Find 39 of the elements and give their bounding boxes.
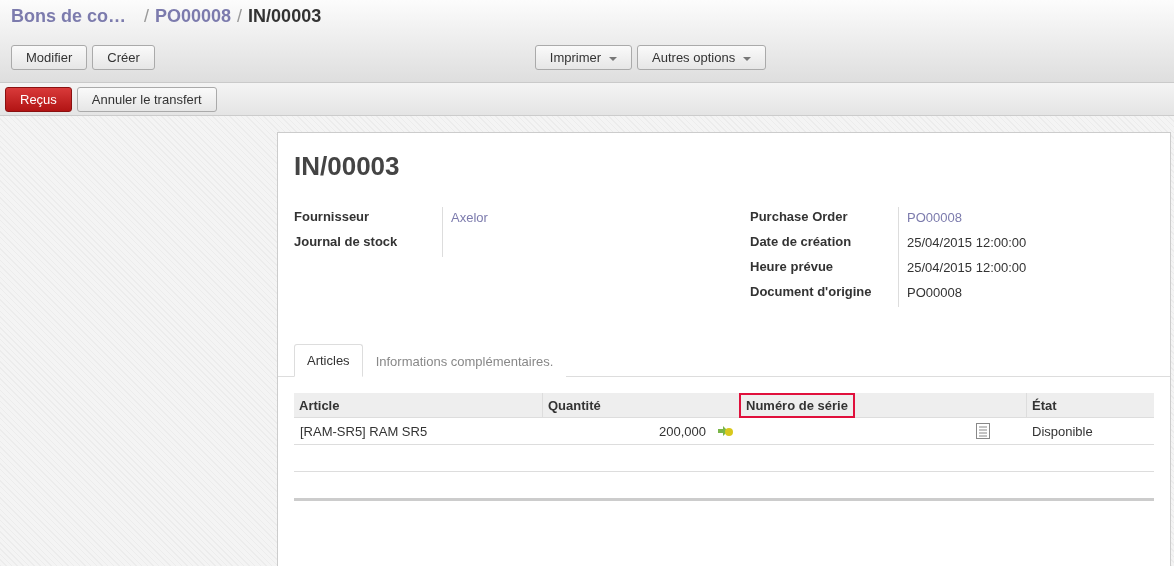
column-header[interactable]: Article bbox=[294, 393, 542, 418]
field-label: Heure prévue bbox=[750, 257, 899, 282]
column-label: Article bbox=[298, 396, 341, 415]
column-header[interactable]: État bbox=[1026, 393, 1154, 418]
column-label: État bbox=[1031, 396, 1058, 415]
primary-button[interactable]: Reçus bbox=[5, 86, 72, 112]
dropdown-button[interactable]: Imprimer bbox=[534, 45, 633, 70]
table-cell: 200,000 bbox=[542, 418, 740, 445]
dropdown-button[interactable]: Autres options bbox=[637, 45, 767, 70]
column-header[interactable]: Numéro de série bbox=[740, 393, 1026, 418]
breadcrumb-separator: / bbox=[144, 5, 150, 27]
field-value: PO00008 bbox=[906, 284, 963, 302]
highlighted-column-label: Numéro de série bbox=[739, 392, 855, 418]
field-label: Journal de stock bbox=[294, 232, 443, 257]
breadcrumb-link[interactable]: PO00008 bbox=[155, 5, 232, 27]
field-link[interactable]: Axelor bbox=[443, 207, 694, 232]
toolbar-button[interactable]: Modifier bbox=[11, 45, 88, 70]
document-icon[interactable] bbox=[976, 423, 990, 439]
field-value: 25/04/2015 12:00:00 bbox=[906, 234, 1028, 252]
breadcrumb-separator: / bbox=[237, 5, 243, 27]
tab[interactable]: Articles bbox=[294, 344, 363, 377]
field-value: 25/04/2015 12:00:00 bbox=[906, 259, 1028, 277]
record-title: IN/00003 bbox=[294, 151, 401, 182]
table-cell: [RAM-SR5] RAM SR5 bbox=[294, 418, 542, 445]
field-label: Fournisseur bbox=[294, 207, 443, 232]
breadcrumb-link[interactable]: Bons de co… bbox=[11, 5, 126, 27]
table-cell: Disponible bbox=[1026, 418, 1154, 445]
column-label: Quantité bbox=[547, 396, 602, 415]
field-label: Date de création bbox=[750, 232, 899, 257]
status-button[interactable]: Annuler le transfert bbox=[76, 86, 217, 112]
arrow-bulb-icon[interactable] bbox=[718, 425, 734, 437]
column-header[interactable]: Quantité bbox=[542, 393, 740, 418]
field-label: Purchase Order bbox=[750, 207, 899, 232]
caret-icon bbox=[743, 57, 752, 61]
breadcrumb-current: IN/00003 bbox=[248, 5, 322, 27]
caret-icon bbox=[609, 57, 618, 61]
toolbar-button[interactable]: Créer bbox=[92, 45, 155, 70]
field-link[interactable]: PO00008 bbox=[899, 207, 1040, 232]
field-label: Document d'origine bbox=[750, 282, 899, 307]
